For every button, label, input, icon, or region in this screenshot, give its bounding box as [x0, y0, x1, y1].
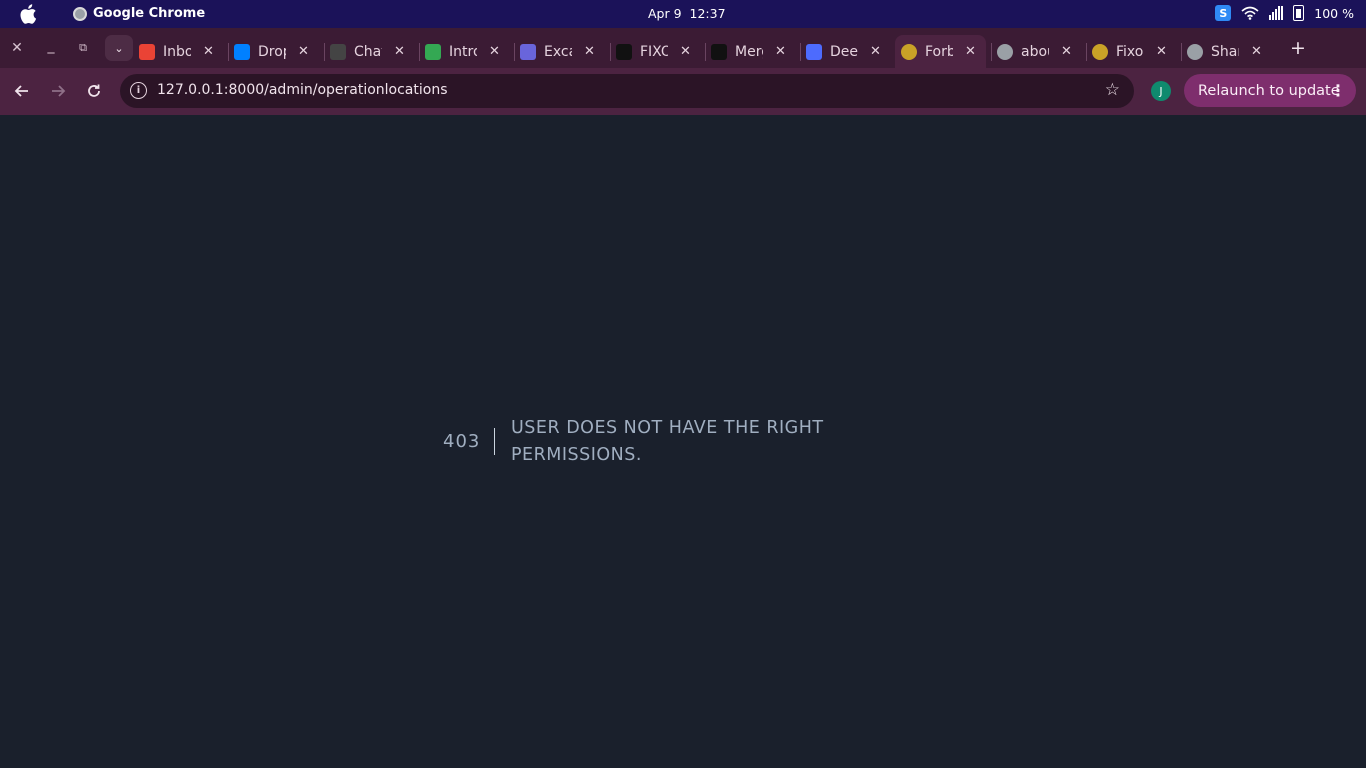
excalidraw-icon: [520, 43, 536, 60]
tab-title: Share: [1211, 43, 1239, 60]
tab-separator: [610, 43, 611, 61]
browser-tab[interactable]: about ✕: [997, 35, 1072, 68]
window-minimize-icon[interactable]: _: [41, 36, 61, 56]
plus-icon: +: [1290, 37, 1306, 59]
error-divider: [494, 428, 495, 455]
tab-title: Inbox: [163, 43, 191, 60]
tab-title: Chat: [354, 43, 382, 60]
site-info-icon[interactable]: i: [130, 82, 147, 99]
profile-avatar[interactable]: J: [1151, 81, 1171, 101]
tab-separator: [800, 43, 801, 61]
reload-button[interactable]: [83, 80, 105, 102]
browser-tab[interactable]: Excal ✕: [520, 35, 595, 68]
notion-icon: [616, 43, 632, 60]
tab-close-icon[interactable]: ✕: [680, 44, 691, 59]
tab-separator: [1086, 43, 1087, 61]
sheets-icon: [425, 43, 441, 60]
bookmark-star-icon[interactable]: ☆: [1105, 80, 1120, 100]
chevron-down-icon: ⌄: [114, 41, 124, 55]
tab-close-icon[interactable]: ✕: [870, 44, 881, 59]
globe-icon: [1187, 43, 1203, 60]
github-icon: [711, 43, 727, 60]
tab-separator: [1181, 43, 1182, 61]
tab-close-icon[interactable]: ✕: [584, 44, 595, 59]
tab-title: about: [1021, 43, 1049, 60]
os-top-bar: Google Chrome Apr 9 12:37 S 100 %: [0, 0, 1366, 28]
tab-separator: [324, 43, 325, 61]
tab-separator: [228, 43, 229, 61]
tab-close-icon[interactable]: ✕: [489, 44, 500, 59]
system-tray: S 100 %: [1215, 5, 1354, 21]
reload-icon: [88, 84, 100, 97]
gmail-icon: [139, 43, 155, 60]
battery-icon[interactable]: [1293, 5, 1305, 21]
clock-date: Apr 9: [648, 6, 682, 21]
browser-tab[interactable]: FIXO ✕: [616, 35, 691, 68]
clock[interactable]: Apr 9 12:37: [648, 6, 726, 21]
browser-tab[interactable]: Fixo ✕: [1092, 35, 1167, 68]
volume-icon[interactable]: [1269, 6, 1284, 20]
deepseek-icon: [806, 43, 822, 60]
tab-title: Fixo: [1116, 43, 1144, 60]
tab-separator: [705, 43, 706, 61]
openai-icon: [330, 43, 346, 60]
battery-percent: 100 %: [1314, 5, 1354, 21]
browser-tab[interactable]: Forbidden ✕: [895, 35, 986, 68]
browser-toolbar: i 127.0.0.1:8000/admin/operationlocation…: [0, 68, 1366, 115]
browser-tab[interactable]: Drop ✕: [234, 35, 309, 68]
tab-close-icon[interactable]: ✕: [965, 44, 976, 59]
tab-separator: [419, 43, 420, 61]
tab-close-icon[interactable]: ✕: [394, 44, 405, 59]
tab-separator: [991, 43, 992, 61]
browser-tab[interactable]: Deep ✕: [806, 35, 881, 68]
tab-strip: ✕ _ ⧉ ⌄ Inbox✕Drop✕Chat✕Intro✕Excal✕FIXO…: [0, 28, 1366, 68]
tab-close-icon[interactable]: ✕: [298, 44, 309, 59]
tab-title: Merge: [735, 43, 763, 60]
tab-close-icon[interactable]: ✕: [203, 44, 214, 59]
tab-title: Forbidden: [925, 43, 953, 60]
sync-app-icon[interactable]: S: [1215, 5, 1232, 21]
apple-icon[interactable]: [19, 4, 37, 24]
tab-close-icon[interactable]: ✕: [1156, 44, 1167, 59]
active-app-menu[interactable]: Google Chrome: [73, 6, 205, 21]
tab-title: Intro: [449, 43, 477, 60]
clock-time: 12:37: [689, 6, 726, 21]
arrow-left-icon: [14, 85, 28, 97]
active-app-name: Google Chrome: [93, 6, 206, 21]
browser-tab[interactable]: Share ✕: [1187, 35, 1262, 68]
laravel-icon: [901, 43, 917, 60]
arrow-right-icon: [52, 85, 66, 97]
address-bar[interactable]: i 127.0.0.1:8000/admin/operationlocation…: [120, 74, 1134, 108]
browser-tab[interactable]: Merge ✕: [711, 35, 786, 68]
tab-close-icon[interactable]: ✕: [775, 44, 786, 59]
error-code: 403: [443, 431, 481, 452]
browser-tab[interactable]: Chat ✕: [330, 35, 405, 68]
laravel-icon: [1092, 43, 1108, 60]
browser-tab[interactable]: Intro ✕: [425, 35, 500, 68]
browser-tab[interactable]: Inbox ✕: [139, 35, 214, 68]
page-content: 403 USER DOES NOT HAVE THE RIGHT PERMISS…: [0, 115, 1366, 768]
tab-close-icon[interactable]: ✕: [1251, 44, 1262, 59]
tab-title: Drop: [258, 43, 286, 60]
new-tab-button[interactable]: +: [1288, 37, 1308, 59]
url-text[interactable]: 127.0.0.1:8000/admin/operationlocations: [157, 82, 448, 98]
chrome-icon: [73, 6, 87, 21]
tab-separator: [514, 43, 515, 61]
tab-title: Excal: [544, 43, 572, 60]
tab-title: Deep: [830, 43, 858, 60]
wifi-icon[interactable]: [1241, 6, 1259, 20]
window-restore-icon[interactable]: ⧉: [73, 38, 93, 58]
window-close-icon[interactable]: ✕: [7, 38, 27, 58]
tab-search-button[interactable]: ⌄: [105, 35, 133, 61]
back-button[interactable]: [11, 80, 33, 102]
relaunch-label: Relaunch to update: [1198, 82, 1340, 99]
tab-close-icon[interactable]: ✕: [1061, 44, 1072, 59]
tab-title: FIXO: [640, 43, 668, 60]
globe-icon: [997, 43, 1013, 60]
error-message: USER DOES NOT HAVE THE RIGHT PERMISSIONS…: [511, 418, 824, 465]
digitalocean-icon: [234, 43, 250, 60]
forward-button[interactable]: [47, 80, 69, 102]
relaunch-button[interactable]: Relaunch to update ⋮: [1184, 74, 1356, 107]
more-menu-icon[interactable]: ⋮: [1330, 81, 1346, 100]
